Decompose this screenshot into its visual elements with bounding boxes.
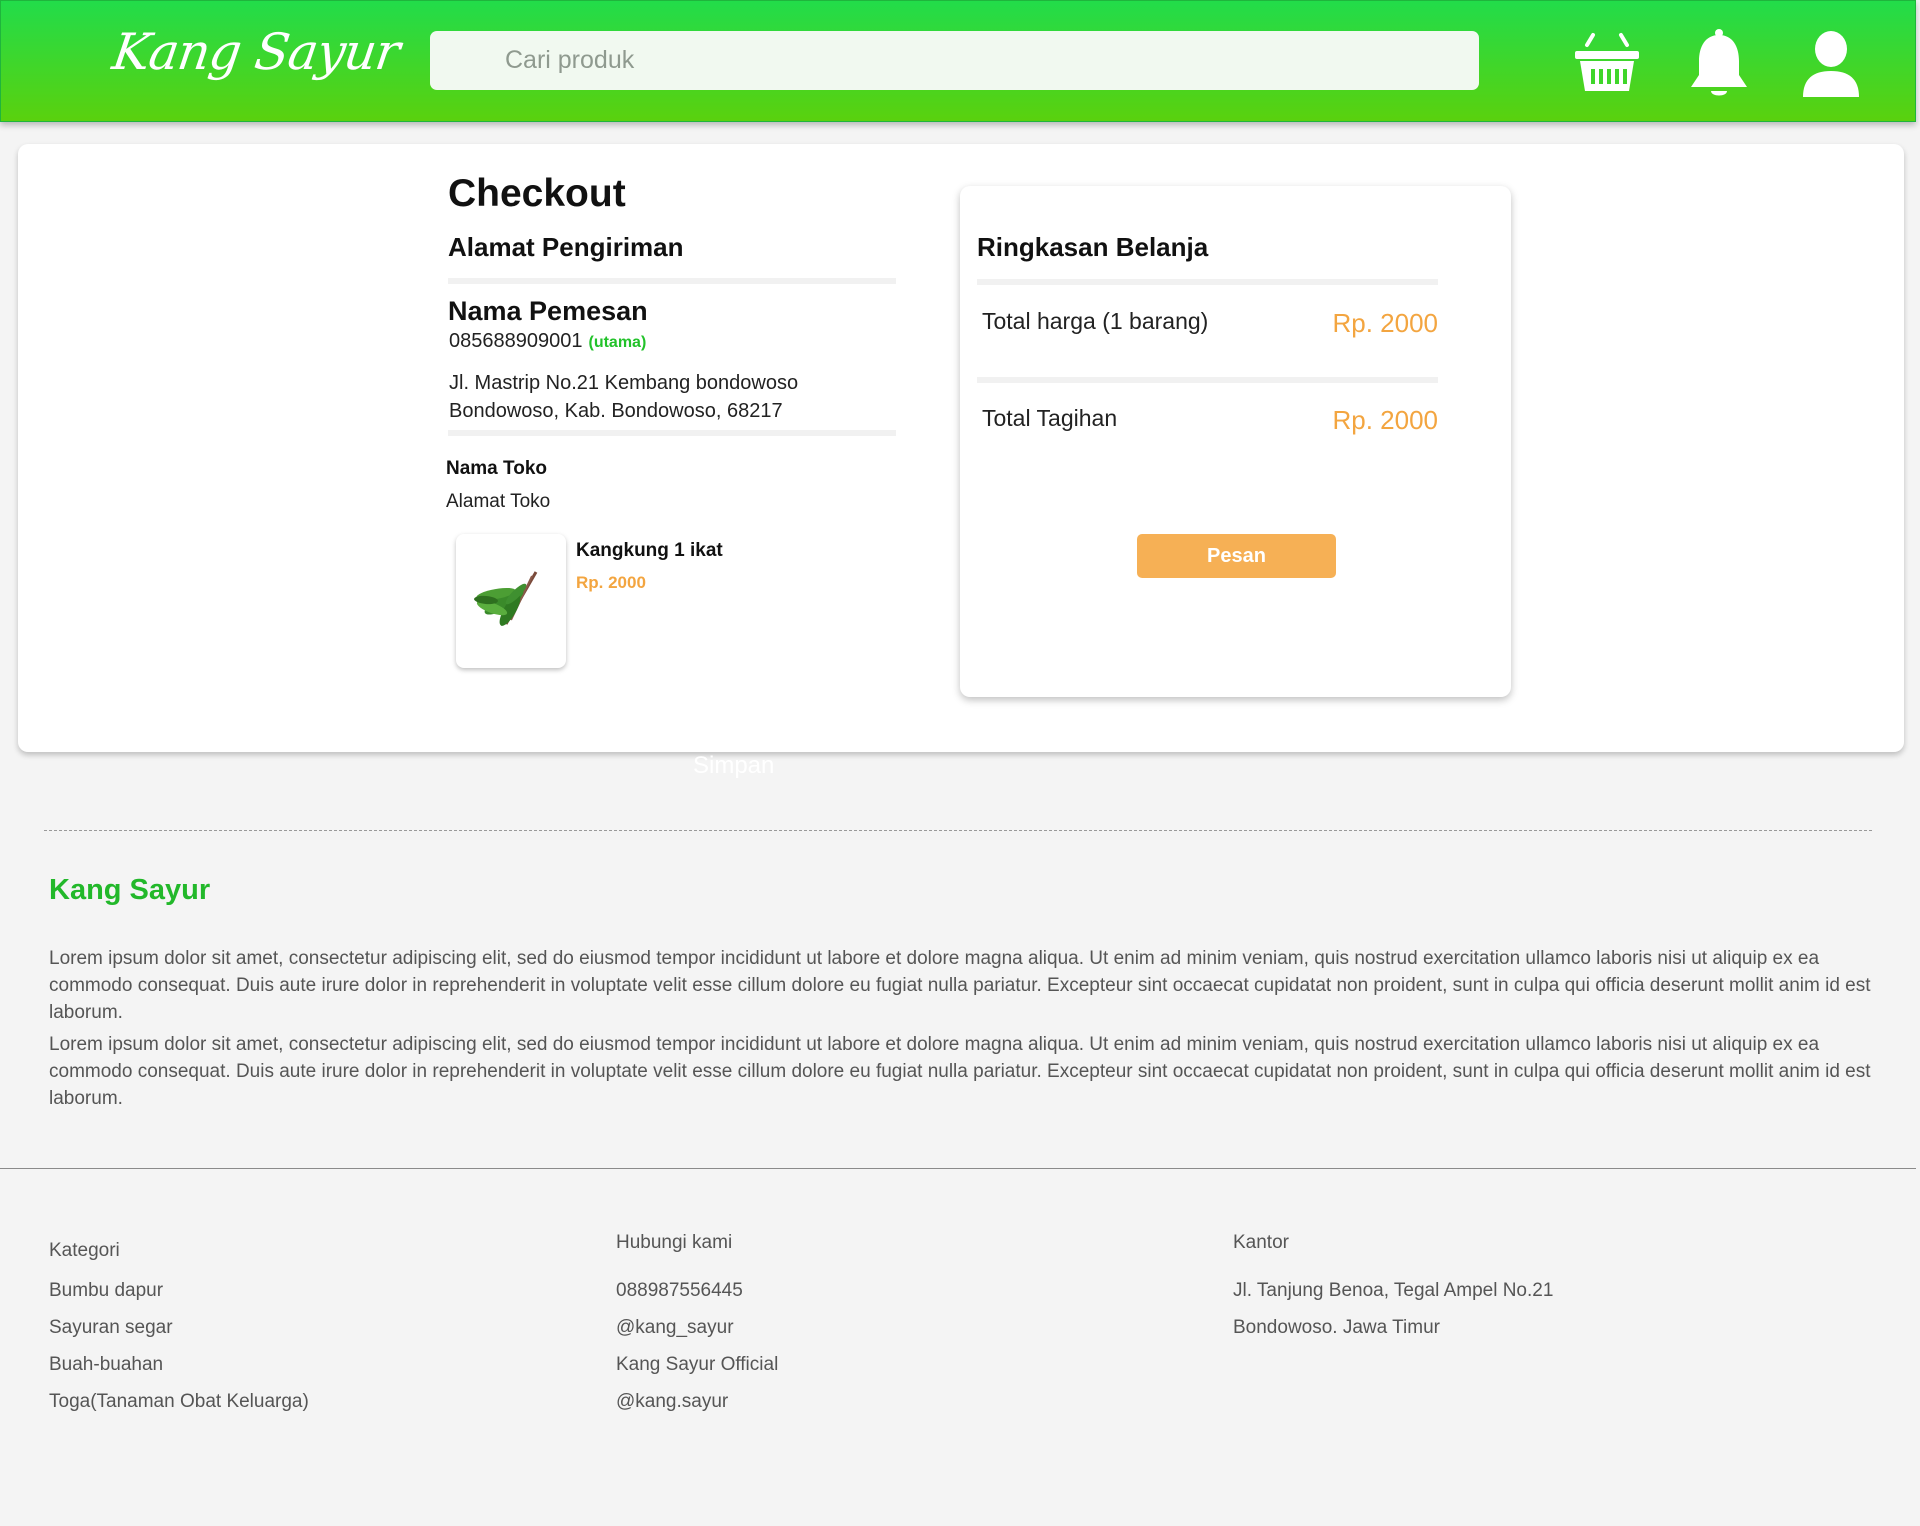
brand-logo[interactable]: Kang Sayur [109,23,403,81]
divider [977,377,1438,383]
footer-contact-item[interactable]: @kang_sayur [616,1317,734,1339]
buyer-phone-row: 085688909001 (utama) [449,330,646,353]
footer-category-item[interactable]: Sayuran segar [49,1317,173,1339]
product-price: Rp. 2000 [576,573,646,592]
footer-category-item[interactable]: Bumbu dapur [49,1280,163,1302]
footer-office-item: Jl. Tanjung Benoa, Tegal Ampel No.21 [1233,1280,1554,1301]
footer-office-title: Kantor [1233,1232,1289,1253]
footer-contact-title: Hubungi kami [616,1232,733,1253]
shipping-address: Jl. Mastrip No.21 Kembang bondowoso Bond… [449,369,798,425]
shipping-heading: Alamat Pengiriman [448,232,684,262]
search-input[interactable] [430,31,1479,90]
save-label[interactable]: Simpan [693,752,774,780]
total-bill-value: Rp. 2000 [1332,405,1438,435]
footer-contact-item[interactable]: @kang.sayur [616,1391,728,1413]
divider [977,279,1438,285]
footer-office-item: Bondowoso. Jawa Timur [1233,1317,1440,1338]
about-paragraph: Lorem ipsum dolor sit amet, consectetur … [49,1034,1871,1109]
page-title: Checkout [448,172,626,215]
address-line: Bondowoso, Kab. Bondowoso, 68217 [449,400,783,422]
store-address: Alamat Toko [446,491,551,512]
summary-title: Ringkasan Belanja [977,232,1209,262]
order-button[interactable]: Pesan [1137,534,1336,578]
kangkung-image [474,571,538,626]
buyer-name: Nama Pemesan [448,296,648,326]
bell-icon[interactable] [1681,27,1757,103]
footer-category-title: Kategori [49,1240,120,1261]
footer-category-item[interactable]: Toga(Tanaman Obat Keluarga) [49,1391,309,1413]
dashed-divider [44,830,1872,831]
address-line: Jl. Mastrip No.21 Kembang bondowoso [449,372,799,394]
user-icon[interactable] [1793,27,1869,103]
footer-brand: Kang Sayur [49,874,211,906]
footer-contact-item[interactable]: 088987556445 [616,1280,743,1302]
basket-icon[interactable] [1569,27,1645,103]
divider [448,430,896,436]
product-image[interactable] [456,534,566,668]
total-price-label: Total harga (1 barang) [982,308,1209,334]
product-name[interactable]: Kangkung 1 ikat [576,540,723,562]
store-name: Nama Toko [446,458,548,479]
total-price-value: Rp. 2000 [1332,308,1438,338]
divider [448,278,896,284]
footer-contact-item[interactable]: Kang Sayur Official [616,1354,778,1376]
buyer-phone: 085688909001 [449,330,583,352]
footer-divider [0,1168,1916,1169]
primary-tag: (utama) [588,334,647,351]
top-navbar: Kang Sayur [0,0,1916,122]
total-bill-label: Total Tagihan [982,405,1118,431]
footer-category-item[interactable]: Buah-buahan [49,1354,163,1376]
about-paragraph: Lorem ipsum dolor sit amet, consectetur … [49,948,1871,1023]
